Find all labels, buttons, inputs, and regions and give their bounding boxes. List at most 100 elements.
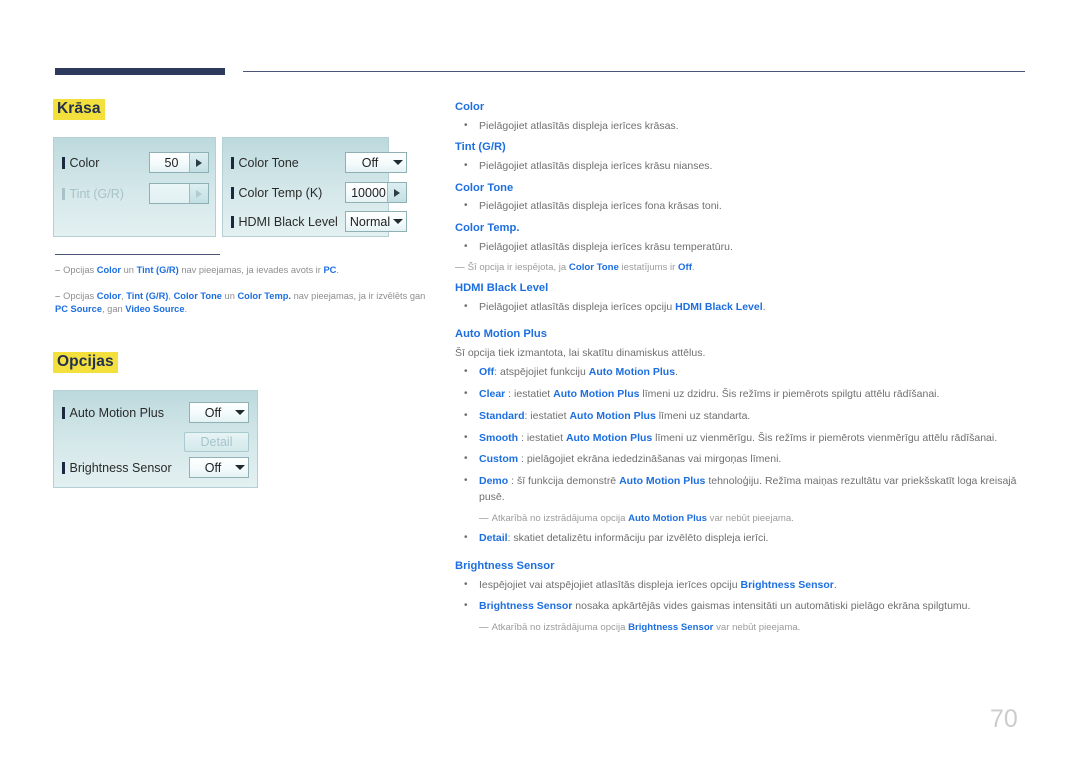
chevron-down-icon[interactable] [232,410,248,415]
section-heading-options: Opcijas [53,352,118,373]
body-text: : skatiet detalizētu informāciju par izv… [507,532,769,545]
osd-field-color[interactable]: 50 [149,152,209,173]
description-bullet: Iespējojiet vai atspējojiet atlasītās di… [455,577,1025,594]
body-text: Iespējojiet vai atspējojiet atlasītās di… [479,578,741,591]
description-bullet: Pielāgojiet atlasītās displeja ierīces o… [455,299,1025,316]
body-text: un [121,265,137,275]
emphasis-term: Brightness Sensor [479,600,573,613]
osd-field-auto-motion-plus[interactable]: Off [189,402,249,423]
description-bullet: Standard: iestatiet Auto Motion Plus līm… [455,408,1025,425]
page-number: 70 [990,705,1018,733]
emphasis-term: Custom [479,453,519,466]
description-column: Color Pielāgojiet atlasītās displeja ierī… [455,100,1025,641]
osd-field-hdmi-black-level[interactable]: Normal [345,211,407,232]
osd-label-auto-motion-plus: Auto Motion Plus [62,406,165,420]
osd-value-hdmi-black-level: Normal [349,214,391,229]
footnote-dash: ― [479,512,489,524]
emphasis-term: Detail [479,532,508,545]
body-text: līmeni uz vienmērīgu. Šis režīms ir piem… [652,431,998,444]
description-footnote: ― Atkarībā no izstrādājuma opcija Brightn… [455,621,1025,635]
description-heading: Tint (G/R) [455,140,1025,155]
detail-button-label: Detail [200,435,233,449]
osd-field-color-temp[interactable]: 10000 [345,182,407,203]
body-text: un [221,291,238,301]
description-footnote: ― Šī opcija ir iespējota, ja Color Tone i… [455,261,1025,275]
body-text: : pielāgojiet ekrāna iededzināšanas vai … [518,453,782,466]
emphasis-term: Auto Motion Plus [455,328,547,341]
osd-value-auto-motion-plus: Off [204,405,222,420]
body-text: Atkarībā no izstrādājuma opcija [491,622,629,634]
note-dash: – [55,291,61,301]
body-text: : šī funkcija demonstrē [508,475,620,487]
osd-value-brightness-sensor: Off [204,460,222,475]
body-text: Opcijas [63,265,97,275]
emphasis-term: Brightness Sensor [628,622,714,634]
body-text: Pielāgojiet atlasītās displeja ierīces k… [479,119,679,132]
body-text: . [336,265,339,275]
emphasis-term: Color Tone [173,291,222,301]
osd-row-color-temp: Color Temp (K) [231,182,323,204]
footnote-dash: ― [479,622,489,634]
body-text: . [675,366,678,379]
osd-field-color-tone[interactable]: Off [345,152,407,173]
description-bullet: Pielāgojiet atlasītās displeja ierīces f… [455,198,1025,215]
chevron-down-icon[interactable] [390,160,406,165]
body-text: Pielāgojiet atlasītās displeja ierīces f… [479,200,722,213]
description-heading: Color Temp. [455,221,1025,236]
emphasis-term: Auto Motion Plus [619,475,706,487]
emphasis-term: Tint (G/R) [136,265,179,275]
emphasis-term: Color Temp. [237,291,291,301]
emphasis-term: Off [678,262,692,274]
osd-row-tint: Tint (G/R) [62,183,124,205]
emphasis-term: Auto Motion Plus [569,409,656,422]
emphasis-term: Color Tone [455,181,514,194]
description-heading: Brightness Sensor [455,559,1025,574]
note-text: Opcijas Color, Tint (G/R), Color Tone un… [55,291,425,314]
emphasis-term: Color Temp. [455,221,520,234]
description-footnote: ― Atkarībā no izstrādājuma opcija Auto Mo… [455,512,1025,526]
chevron-down-icon[interactable] [232,465,248,470]
detail-button[interactable]: Detail [184,432,249,452]
osd-value-color-temp: 10000 [351,185,386,200]
emphasis-term: Color Tone [568,262,619,274]
body-text: var nebūt pieejama. [713,622,801,634]
body-text: . [762,300,766,313]
body-text: iestatījums ir [618,262,679,274]
spinner-right-icon[interactable] [387,183,406,202]
emphasis-term: Smooth [479,431,519,444]
body-text: Pielāgojiet atlasītās displeja ierīces k… [479,240,733,253]
header-rule [243,71,1025,72]
body-text: Pielāgojiet atlasītās displeja ierīces o… [479,300,676,313]
description-heading: Color Tone [455,181,1025,196]
description-heading: HDMI Black Level [455,281,1025,296]
body-text: Atkarībā no izstrādājuma opcija [491,512,629,524]
body-text: : atspējojiet funkciju [494,366,589,379]
description-heading: Auto Motion Plus [455,327,1025,342]
emphasis-term: PC [323,265,337,275]
description-bullet: Demo : šī funkcija demonstrē Auto Motion… [455,473,1025,506]
emphasis-term: Auto Motion Plus [565,431,653,444]
description-bullet: Off: atspējojiet funkciju Auto Motion Pl… [455,364,1025,381]
osd-label-color: Color [62,156,100,170]
body-text: : iestatiet [518,431,566,444]
description-bullet: Brightness Sensor nosaka apkārtējās vide… [455,598,1025,615]
description-paragraph: Šī opcija tiek izmantota, lai skatītu di… [455,346,1025,361]
emphasis-term: Auto Motion Plus [628,512,707,524]
osd-row-hdmi-black-level: HDMI Black Level [231,211,338,233]
body-text: līmeni uz standarta. [655,409,751,422]
emphasis-term: Brightness Sensor [740,578,834,591]
osd-label-color-temp: Color Temp (K) [231,186,323,200]
osd-row-color-tone: Color Tone [231,152,299,174]
body-text: var nebūt pieejama. [706,512,794,524]
chevron-down-icon[interactable] [390,219,406,224]
description-heading: Color [455,100,1025,115]
emphasis-term: Color [96,291,122,301]
description-bullet: Pielāgojiet atlasītās displeja ierīces k… [455,158,1025,175]
description-bullet: Detail: skatiet detalizētu informāciju p… [455,530,1025,547]
body-text: , gan [102,304,126,315]
note-text: Opcijas Color un Tint (G/R) nav pieejama… [63,265,339,275]
spinner-right-icon[interactable] [189,153,208,172]
osd-field-brightness-sensor[interactable]: Off [189,457,249,478]
emphasis-term: Standard [479,409,525,422]
osd-row-auto-motion-plus: Auto Motion Plus [62,402,165,424]
